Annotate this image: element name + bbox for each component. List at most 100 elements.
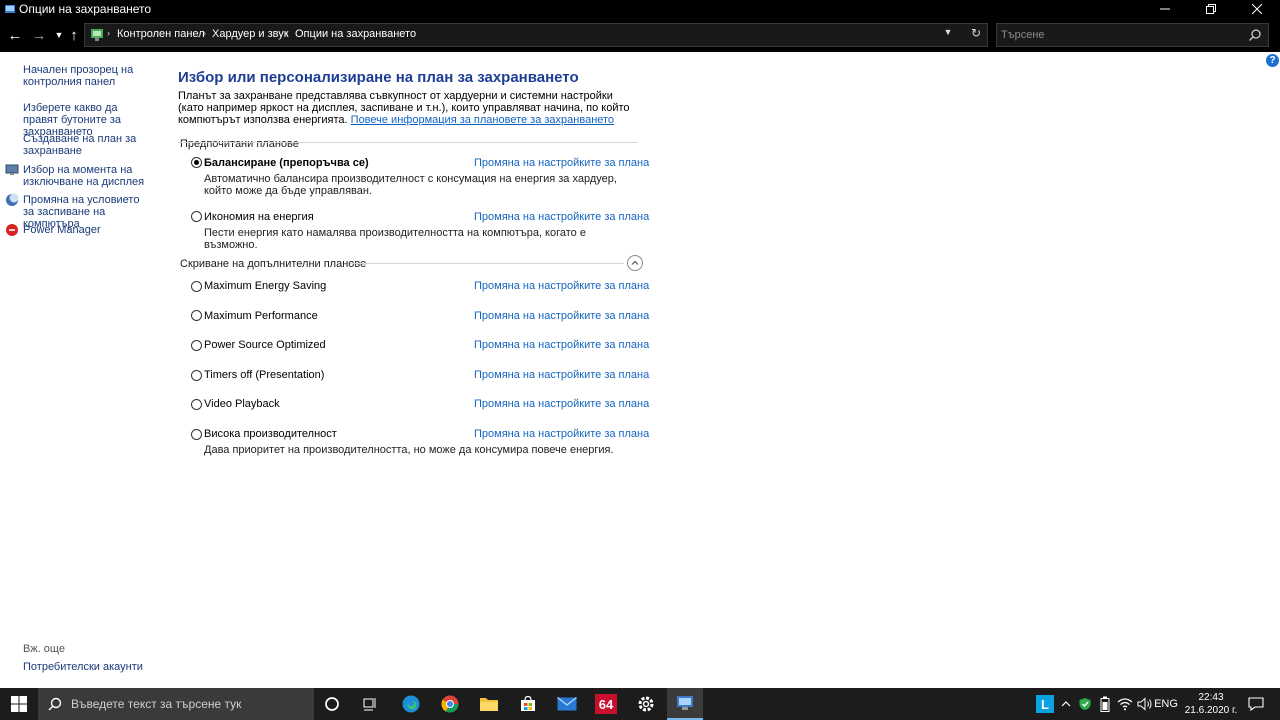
breadcrumb-separator: › [203, 28, 206, 38]
back-button[interactable]: ← [5, 25, 25, 45]
help-button[interactable]: ? [1266, 54, 1279, 67]
help-icon: ? [1269, 55, 1276, 66]
change-plan-link-timers-off[interactable]: Промяна на настройките за плана [474, 369, 649, 381]
see-also-label: Вж. още [23, 643, 65, 655]
display-icon [5, 164, 19, 175]
store-button[interactable] [510, 688, 546, 720]
change-plan-link-balanced[interactable]: Промяна на настройките за плана [474, 157, 649, 169]
breadcrumb-separator: › [285, 28, 288, 38]
chrome-button[interactable] [432, 688, 468, 720]
tray-security[interactable] [1076, 688, 1094, 720]
l-app-icon: L [1036, 695, 1054, 713]
change-plan-link-power-source-optimized[interactable]: Промяна на настройките за плана [474, 339, 649, 351]
plan-radio-high-performance[interactable] [191, 429, 202, 440]
edge-button[interactable] [393, 688, 429, 720]
search-box[interactable] [996, 23, 1269, 47]
clock-time: 22:43 [1198, 692, 1224, 703]
plan-radio-max-energy-saving[interactable] [191, 281, 202, 292]
more-info-link[interactable]: Повече информация за плановете за захран… [351, 114, 614, 126]
plan-description-high-performance: Дава приоритет на производителността, но… [204, 444, 614, 456]
file-explorer-button[interactable] [471, 688, 507, 720]
collapse-plans-button[interactable] [627, 255, 643, 271]
tray-app-l[interactable]: L [1035, 688, 1055, 720]
tray-volume[interactable] [1136, 688, 1154, 720]
plan-radio-power-source-optimized[interactable] [191, 340, 202, 351]
tray-clock[interactable]: 22:43 21.6.2020 г. [1180, 691, 1242, 717]
close-button[interactable] [1234, 0, 1280, 18]
power-manager-icon [6, 224, 18, 236]
restore-button[interactable] [1188, 0, 1234, 18]
forward-button[interactable]: → [29, 25, 49, 45]
link-user-accounts[interactable]: Потребителски акаунти [23, 661, 153, 673]
change-plan-link-video-playback[interactable]: Промяна на настройките за плана [474, 398, 649, 410]
tray-battery[interactable] [1096, 688, 1114, 720]
chevron-down-icon: ▼ [943, 27, 953, 37]
aida64-button[interactable]: 64 [588, 688, 624, 720]
change-plan-link-power-saver[interactable]: Промяна на настройките за плана [474, 211, 649, 223]
change-plan-link-max-performance[interactable]: Промяна на настройките за плана [474, 310, 649, 322]
plan-name-high-performance[interactable]: Висока производителност [204, 428, 337, 440]
plan-name-power-source-optimized[interactable]: Power Source Optimized [204, 339, 326, 351]
plan-radio-timers-off[interactable] [191, 370, 202, 381]
plan-radio-balanced[interactable] [191, 157, 202, 168]
store-icon [521, 695, 535, 711]
up-button[interactable]: ↑ [64, 25, 84, 45]
battery-icon [1100, 696, 1110, 712]
link-power-manager[interactable]: Power Manager [23, 224, 153, 236]
change-plan-link-max-energy-saving[interactable]: Промяна на настройките за плана [474, 280, 649, 292]
address-history-button[interactable]: ▼ [939, 27, 957, 43]
minimize-icon [1160, 8, 1170, 10]
plan-radio-video-playback[interactable] [191, 399, 202, 410]
action-center-button[interactable] [1244, 688, 1268, 720]
breadcrumb-power-options[interactable]: Опции на захранването [295, 28, 416, 40]
link-control-panel-home[interactable]: Начален прозорец на контролния панел [23, 64, 153, 88]
plan-name-video-playback[interactable]: Video Playback [204, 398, 280, 410]
plan-name-max-performance[interactable]: Maximum Performance [204, 310, 318, 322]
task-view-button[interactable] [352, 688, 388, 720]
title-bar: Опции на захранването [0, 0, 1280, 18]
tray-language[interactable]: ENG [1154, 688, 1178, 720]
refresh-icon: ↻ [970, 26, 982, 40]
plan-radio-max-performance[interactable] [191, 310, 202, 321]
plan-name-max-energy-saving[interactable]: Maximum Energy Saving [204, 280, 326, 292]
control-panel-taskbar-button[interactable] [667, 688, 703, 720]
breadcrumb-control-panel[interactable]: Контролен панел [117, 28, 205, 40]
link-create-power-plan[interactable]: Създаване на план за захранване [23, 133, 153, 157]
plan-name-power-saver[interactable]: Икономия на енергия [204, 211, 314, 223]
chevron-down-icon: ▼ [54, 30, 64, 40]
clock-date: 21.6.2020 г. [1184, 705, 1238, 716]
volume-icon [1137, 697, 1152, 711]
chevron-up-icon [631, 260, 639, 265]
settings-button[interactable] [628, 688, 664, 720]
preferred-plans-header: Предпочитани планове [180, 138, 299, 150]
change-plan-link-high-performance[interactable]: Промяна на настройките за плана [474, 428, 649, 440]
breadcrumb-hardware-sound[interactable]: Хардуер и звук [212, 28, 289, 40]
tray-network[interactable] [1116, 688, 1134, 720]
control-panel-icon [91, 29, 103, 41]
show-hidden-icons-button[interactable] [1058, 688, 1074, 720]
mail-button[interactable] [549, 688, 585, 720]
search-input[interactable] [1001, 27, 1241, 43]
aida64-icon: 64 [595, 694, 617, 714]
aida64-label: 64 [598, 696, 614, 712]
wifi-icon [1117, 698, 1133, 711]
link-display-off-time[interactable]: Избор на момента на изключване на диспле… [23, 164, 153, 188]
settings-icon [638, 696, 654, 712]
plan-radio-power-saver[interactable] [191, 211, 202, 222]
navigation-bar: ← → ▼ ↑ › Контролен панел › Хардуер и зв… [0, 18, 1280, 52]
plan-name-balanced[interactable]: Балансиране (препоръчва се) [204, 157, 369, 169]
taskbar-search-box[interactable]: Въведете текст за търсене тук [38, 688, 314, 720]
plan-description-power-saver: Пести енергия като намалява производител… [204, 227, 586, 251]
cortana-icon [325, 697, 339, 711]
taskbar-search-placeholder: Въведете текст за търсене тук [71, 697, 242, 711]
close-icon [1252, 4, 1262, 14]
start-button[interactable] [0, 688, 38, 720]
breadcrumb-separator: › [107, 28, 110, 38]
minimize-button[interactable] [1142, 0, 1188, 18]
power-options-icon [5, 5, 15, 13]
address-bar[interactable]: › Контролен панел › Хардуер и звук › Опц… [84, 23, 988, 47]
plan-name-timers-off[interactable]: Timers off (Presentation) [204, 369, 324, 381]
cortana-button[interactable] [314, 688, 350, 720]
hidden-plans-header[interactable]: Скриване на допълнителни планове [180, 258, 366, 270]
refresh-button[interactable]: ↻ [967, 26, 985, 44]
